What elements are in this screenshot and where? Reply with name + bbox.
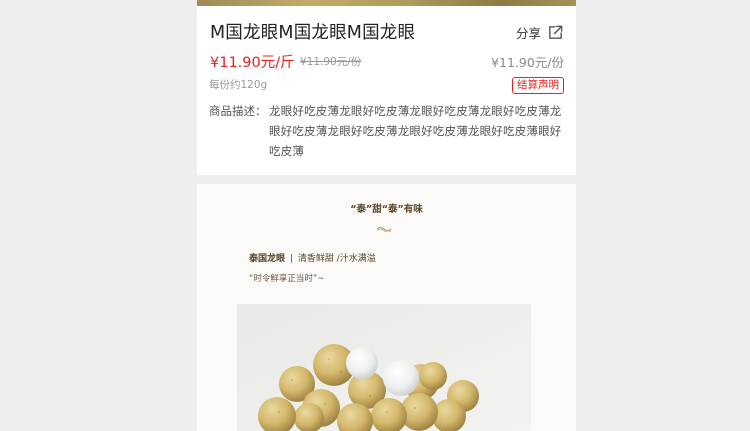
weight-note: 每份约120g [209,79,268,91]
settlement-statement-button[interactable]: 结算声明 [512,77,564,94]
detail-intro: 泰国龙眼 | 清香鲜甜 /汁水满溢 [249,251,376,264]
share-label: 分享 [515,25,541,41]
share-button[interactable]: 分享 [516,22,564,42]
price-original: ¥11.90元/份 [300,56,362,68]
price-current: ¥11.90元/斤 [210,55,295,71]
detail-tagline: “泰”甜“泰”有味 [350,204,423,215]
intro-product-name: 泰国龙眼 [249,254,286,264]
product-detail-content: “泰”甜“泰”有味 泰国龙眼 | 清香鲜甜 /汁水满溢 “时令鲜享正当时”~ [197,184,576,431]
share-icon [549,25,563,39]
longan-product-photo [237,304,531,431]
intro-separator: | [289,254,293,264]
product-info-card: M国龙眼M国龙眼M国龙眼 分享 ¥11.90元/斤 ¥11.90元/份 ¥11.… [197,6,576,175]
price-per-portion: ¥11.90元/份 [491,55,564,70]
product-detail-page: M国龙眼M国龙眼M国龙眼 分享 ¥11.90元/斤 ¥11.90元/份 ¥11.… [197,0,576,431]
detail-slogan: “时令鲜享正当时”~ [249,274,325,284]
description-label: 商品描述： [209,104,267,118]
description-text: 龙眼好吃皮薄龙眼好吃皮薄龙眼好吃皮薄龙眼好吃皮薄龙眼好吃皮薄龙眼好吃皮薄龙眼好吃… [269,104,562,158]
intro-description: 清香鲜甜 /汁水满溢 [297,254,376,264]
product-title: M国龙眼M国龙眼M国龙眼 [210,23,416,43]
ornament-icon [377,227,391,232]
